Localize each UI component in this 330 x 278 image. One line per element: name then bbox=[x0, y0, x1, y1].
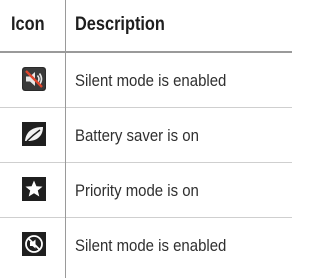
speaker-muted-icon bbox=[22, 67, 46, 91]
leaf-icon bbox=[22, 122, 46, 146]
row-description: Priority mode is on bbox=[75, 181, 199, 200]
column-header-description: Description bbox=[75, 14, 165, 35]
column-divider bbox=[65, 0, 66, 278]
icon-description-table: Icon Description Silent mode is enabled bbox=[0, 0, 330, 278]
table-row: Silent mode is enabled bbox=[0, 53, 292, 108]
table-header: Icon Description bbox=[0, 0, 330, 53]
row-description: Silent mode is enabled bbox=[75, 71, 227, 90]
star-icon bbox=[22, 177, 46, 201]
table-row: Battery saver is on bbox=[0, 108, 292, 163]
row-description: Battery saver is on bbox=[75, 126, 199, 145]
do-not-disturb-icon bbox=[22, 232, 46, 256]
table-row: Silent mode is enabled bbox=[0, 218, 292, 273]
row-description: Silent mode is enabled bbox=[75, 236, 227, 255]
table-row: Priority mode is on bbox=[0, 163, 292, 218]
column-header-icon: Icon bbox=[11, 14, 45, 35]
